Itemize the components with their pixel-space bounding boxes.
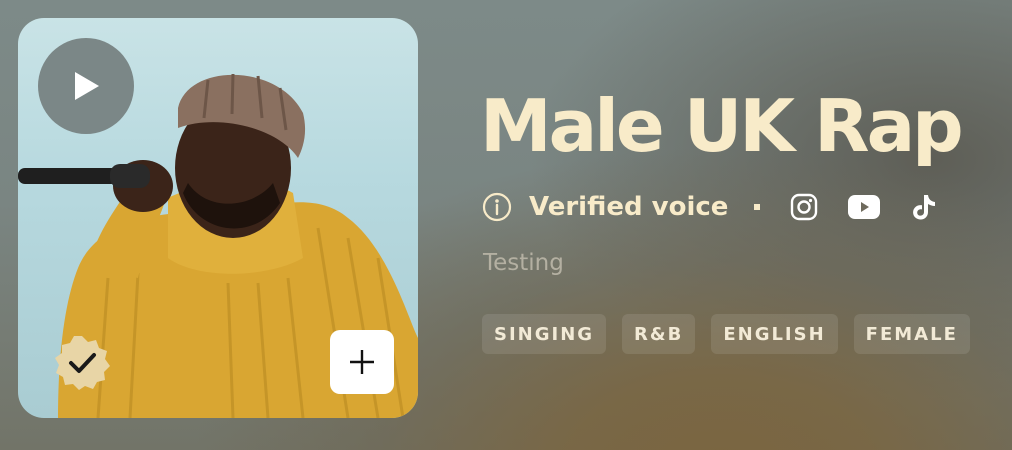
verified-voice-label: Verified voice [529,192,729,222]
voice-cover-card[interactable] [18,18,418,418]
plus-icon [350,350,374,374]
separator-dot [754,204,761,210]
tag-rnb[interactable]: R&B [622,314,696,354]
voice-title: Male UK Rap [480,84,964,168]
voice-subtitle: Testing [483,250,564,276]
info-icon[interactable] [482,192,512,222]
tag-english[interactable]: ENGLISH [711,314,838,354]
verified-check-badge-icon [54,334,110,390]
add-to-library-button[interactable] [330,330,394,394]
tag-singing[interactable]: SINGING [482,314,607,354]
youtube-icon[interactable] [848,191,881,223]
tag-female[interactable]: FEMALE [853,314,970,354]
tag-list: SINGING R&B ENGLISH FEMALE [482,314,970,354]
tiktok-icon[interactable] [908,191,940,223]
play-button[interactable] [38,38,134,134]
play-icon [75,72,99,100]
instagram-icon[interactable] [788,191,820,223]
voice-meta-row: Verified voice [482,188,940,226]
